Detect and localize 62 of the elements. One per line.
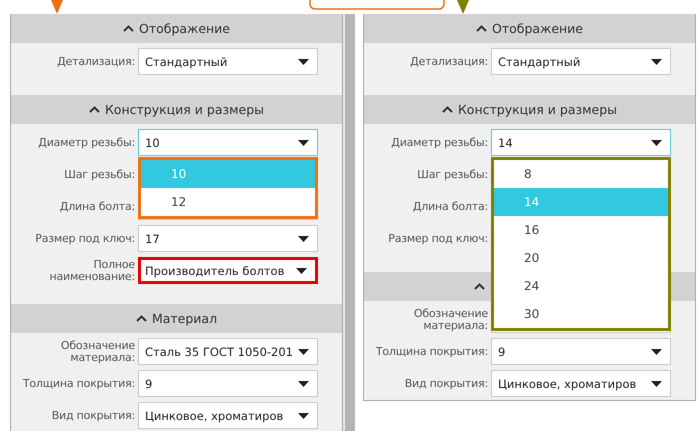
- section-title: Конструкция и размеры: [458, 102, 618, 117]
- dropdown-option[interactable]: 20: [494, 244, 668, 272]
- chevron-icon: [122, 25, 134, 32]
- dropdown-field[interactable]: 10: [138, 129, 318, 156]
- field-label: Длина болта:: [58, 200, 136, 212]
- field-label: Вид покрытия:: [50, 410, 136, 422]
- dropdown-field[interactable]: Цинковое, хроматиров: [491, 370, 671, 397]
- dropdown-option[interactable]: 12: [141, 188, 315, 216]
- dropdown-arrow-icon: [651, 380, 662, 386]
- dropdown-arrow-icon: [298, 380, 309, 386]
- section-title: Материал: [152, 311, 218, 326]
- section-title: Отображение: [138, 21, 230, 36]
- dropdown-arrow-icon: [651, 348, 662, 354]
- section-header[interactable]: Конструкция и размеры: [364, 95, 695, 124]
- field-label: Толщина покрытия:: [374, 346, 489, 358]
- field-label: Обозначение материала:: [60, 340, 136, 364]
- chevron-icon: [88, 106, 100, 113]
- chevron-icon: [136, 315, 147, 322]
- chevron-icon: [442, 106, 453, 113]
- field-label: Детализация:: [409, 56, 489, 68]
- dropdown-arrow-icon: [298, 348, 309, 354]
- section-header[interactable]: Конструкция и размеры: [11, 95, 342, 124]
- dropdown-arrow-icon: [298, 412, 309, 418]
- dropdown-arrow-icon: [298, 140, 309, 146]
- chevron-icon: [476, 25, 487, 32]
- dropdown-field[interactable]: Сталь 35 ГОСТ 1050-201: [138, 338, 318, 365]
- field-label: Размер под ключ:: [387, 232, 489, 244]
- dropdown-field[interactable]: 9: [138, 370, 318, 397]
- field-label: Диаметр резьбы:: [37, 136, 136, 148]
- section-header[interactable]: Отображение: [364, 14, 695, 43]
- field-label: Размер под ключ:: [34, 232, 136, 244]
- field-label: Полное наименование:: [48, 258, 136, 282]
- dropdown-arrow-icon: [298, 58, 309, 64]
- dropdown-arrow-icon: [651, 58, 662, 64]
- field-label: Шаг резьбы:: [416, 168, 489, 180]
- dropdown-option[interactable]: 24: [494, 272, 668, 300]
- section-header[interactable]: Отображение: [11, 14, 342, 43]
- field-label: Вид покрытия:: [404, 378, 489, 390]
- dropdown-arrow-icon: [296, 268, 307, 274]
- field-label: Детализация:: [56, 56, 136, 68]
- scrollbar-track[interactable]: [343, 14, 355, 431]
- dropdown-field[interactable]: Цинковое, хроматиров: [138, 402, 318, 429]
- dropdown-option[interactable]: 8: [494, 160, 668, 188]
- dropdown-field[interactable]: Стандартный: [491, 48, 671, 75]
- dropdown-option[interactable]: 30: [494, 300, 668, 328]
- field-label: Обозначение материала:: [412, 308, 489, 332]
- field-label: Длина болта:: [412, 200, 489, 212]
- dropdown-field[interactable]: 9: [491, 338, 671, 365]
- dropdown-field[interactable]: Стандартный: [138, 48, 318, 75]
- dropdown-arrow-icon: [651, 140, 662, 146]
- section-title: Отображение: [492, 21, 583, 36]
- dropdown-field[interactable]: 14: [491, 129, 671, 156]
- dropdown-option[interactable]: 16: [494, 216, 668, 244]
- section-header[interactable]: Материал: [11, 304, 342, 333]
- dropdown-arrow-icon: [298, 236, 309, 242]
- field-label: Толщина покрытия:: [22, 378, 136, 390]
- chevron-icon: [474, 283, 485, 290]
- section-title: Конструкция и размеры: [104, 102, 264, 117]
- dropdown-field[interactable]: 17: [138, 225, 318, 252]
- field-label: Шаг резьбы:: [63, 168, 136, 180]
- field-label: Диаметр резьбы:: [390, 136, 489, 148]
- dropdown-field[interactable]: Производитель болтов: [138, 257, 318, 284]
